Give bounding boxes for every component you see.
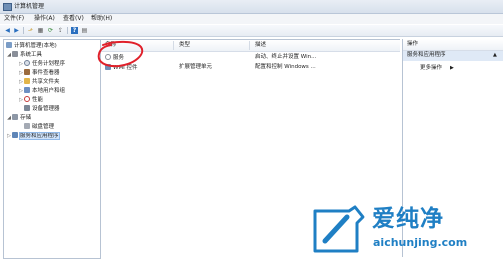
toolbar-separator xyxy=(67,27,68,34)
column-header-type[interactable]: 类型 xyxy=(179,42,190,49)
actions-header: 操作 xyxy=(403,39,503,51)
watermark-brand: 爱纯净 xyxy=(372,206,444,232)
annotation-circle xyxy=(97,40,144,68)
expand-triangle-icon[interactable]: ▷ xyxy=(18,60,24,68)
tree-item-storage[interactable]: ◢ 存储 xyxy=(6,114,31,122)
users-icon xyxy=(24,87,30,93)
storage-icon xyxy=(12,114,18,120)
tools-icon xyxy=(12,51,18,57)
tree-item-system-tools[interactable]: ◢ 系统工具 xyxy=(6,51,42,59)
menu-view[interactable]: 查看(V) xyxy=(63,15,84,23)
menu-action[interactable]: 操作(A) xyxy=(34,15,55,23)
computer-icon xyxy=(6,42,12,48)
help-icon[interactable]: ? xyxy=(71,27,78,34)
tree-item-disk-management[interactable]: 磁盘管理 xyxy=(18,123,54,131)
tree-item-shared-folders[interactable]: ▷ 共享文件夹 xyxy=(18,78,60,86)
tree-item-device-manager[interactable]: 设备管理器 xyxy=(18,105,60,113)
disk-icon xyxy=(24,123,30,129)
tree-icon[interactable]: ▦ xyxy=(37,27,44,34)
submenu-arrow-icon: ▶ xyxy=(450,65,454,71)
actions-group-label: 服务和应用程序 xyxy=(407,52,446,58)
clock-icon xyxy=(24,60,30,66)
toolbar: ◀ ▶ ⬏ ▦ ⟳ ⇪ ? ▤ xyxy=(0,25,503,37)
performance-icon xyxy=(24,96,30,102)
column-header-description[interactable]: 描述 xyxy=(255,42,266,49)
collapse-arrow-icon[interactable]: ▲ xyxy=(493,52,497,59)
menu-file[interactable]: 文件(F) xyxy=(4,15,24,23)
row-description: 启动、终止并设置 Win... xyxy=(255,54,317,60)
row-description: 配置和控制 Windows ... xyxy=(255,64,316,70)
event-log-icon xyxy=(24,69,30,75)
expand-triangle-icon[interactable]: ▷ xyxy=(18,96,24,104)
back-arrow-icon[interactable]: ◀ xyxy=(4,27,11,34)
export-icon[interactable]: ⇪ xyxy=(57,27,64,34)
title-bar: 计算机管理 xyxy=(0,0,503,14)
computer-management-icon xyxy=(3,3,12,11)
properties-icon[interactable]: ▤ xyxy=(81,27,88,34)
shared-folder-icon xyxy=(24,78,30,84)
actions-title: 操作 xyxy=(407,41,419,47)
computer-management-window: 计算机管理 文件(F) 操作(A) 查看(V) 帮助(H) ◀ ▶ ⬏ ▦ ⟳ … xyxy=(0,0,503,261)
refresh-icon[interactable]: ⟳ xyxy=(47,27,54,34)
watermark-url: aichunjing.com xyxy=(373,236,468,249)
more-actions-item[interactable]: 更多操作 ▶ xyxy=(420,64,454,72)
menu-help[interactable]: 帮助(H) xyxy=(91,15,112,23)
tree-item-task-scheduler[interactable]: ▷ 任务计划程序 xyxy=(18,60,65,68)
tree-item-local-users[interactable]: ▷ 本地用户和组 xyxy=(18,87,65,95)
window-title: 计算机管理 xyxy=(14,3,45,10)
row-type: 扩展管理单元 xyxy=(179,64,213,70)
toolbar-separator xyxy=(23,27,24,34)
services-apps-icon xyxy=(12,132,18,138)
menu-bar: 文件(F) 操作(A) 查看(V) 帮助(H) xyxy=(0,14,503,24)
tree-item-performance[interactable]: ▷ 性能 xyxy=(18,96,43,104)
actions-group-services-apps[interactable]: 服务和应用程序 ▲ xyxy=(403,51,503,61)
folder-up-icon[interactable]: ⬏ xyxy=(27,27,34,34)
tree-item-event-viewer[interactable]: ▷ 事件查看器 xyxy=(18,69,60,77)
tree-item-services-apps[interactable]: ▷ 服务和应用程序 xyxy=(6,132,60,140)
device-manager-icon xyxy=(24,105,30,111)
console-tree: 计算机管理(本地) ◢ 系统工具 ▷ 任务计划程序 ▷ 事件查看器 ▷ 共享文件夹 ▷ 本… xyxy=(3,39,101,259)
tree-item-root[interactable]: 计算机管理(本地) xyxy=(6,42,57,50)
forward-arrow-icon[interactable]: ▶ xyxy=(13,27,20,34)
